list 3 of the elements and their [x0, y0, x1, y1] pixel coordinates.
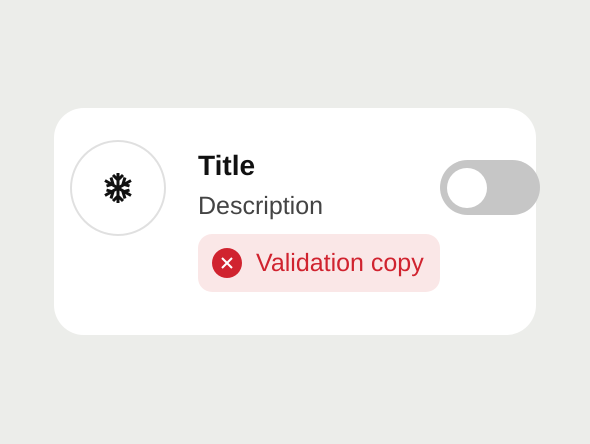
validation-text: Validation copy — [256, 248, 424, 278]
description: Description — [198, 191, 324, 222]
title: Title — [198, 150, 256, 182]
